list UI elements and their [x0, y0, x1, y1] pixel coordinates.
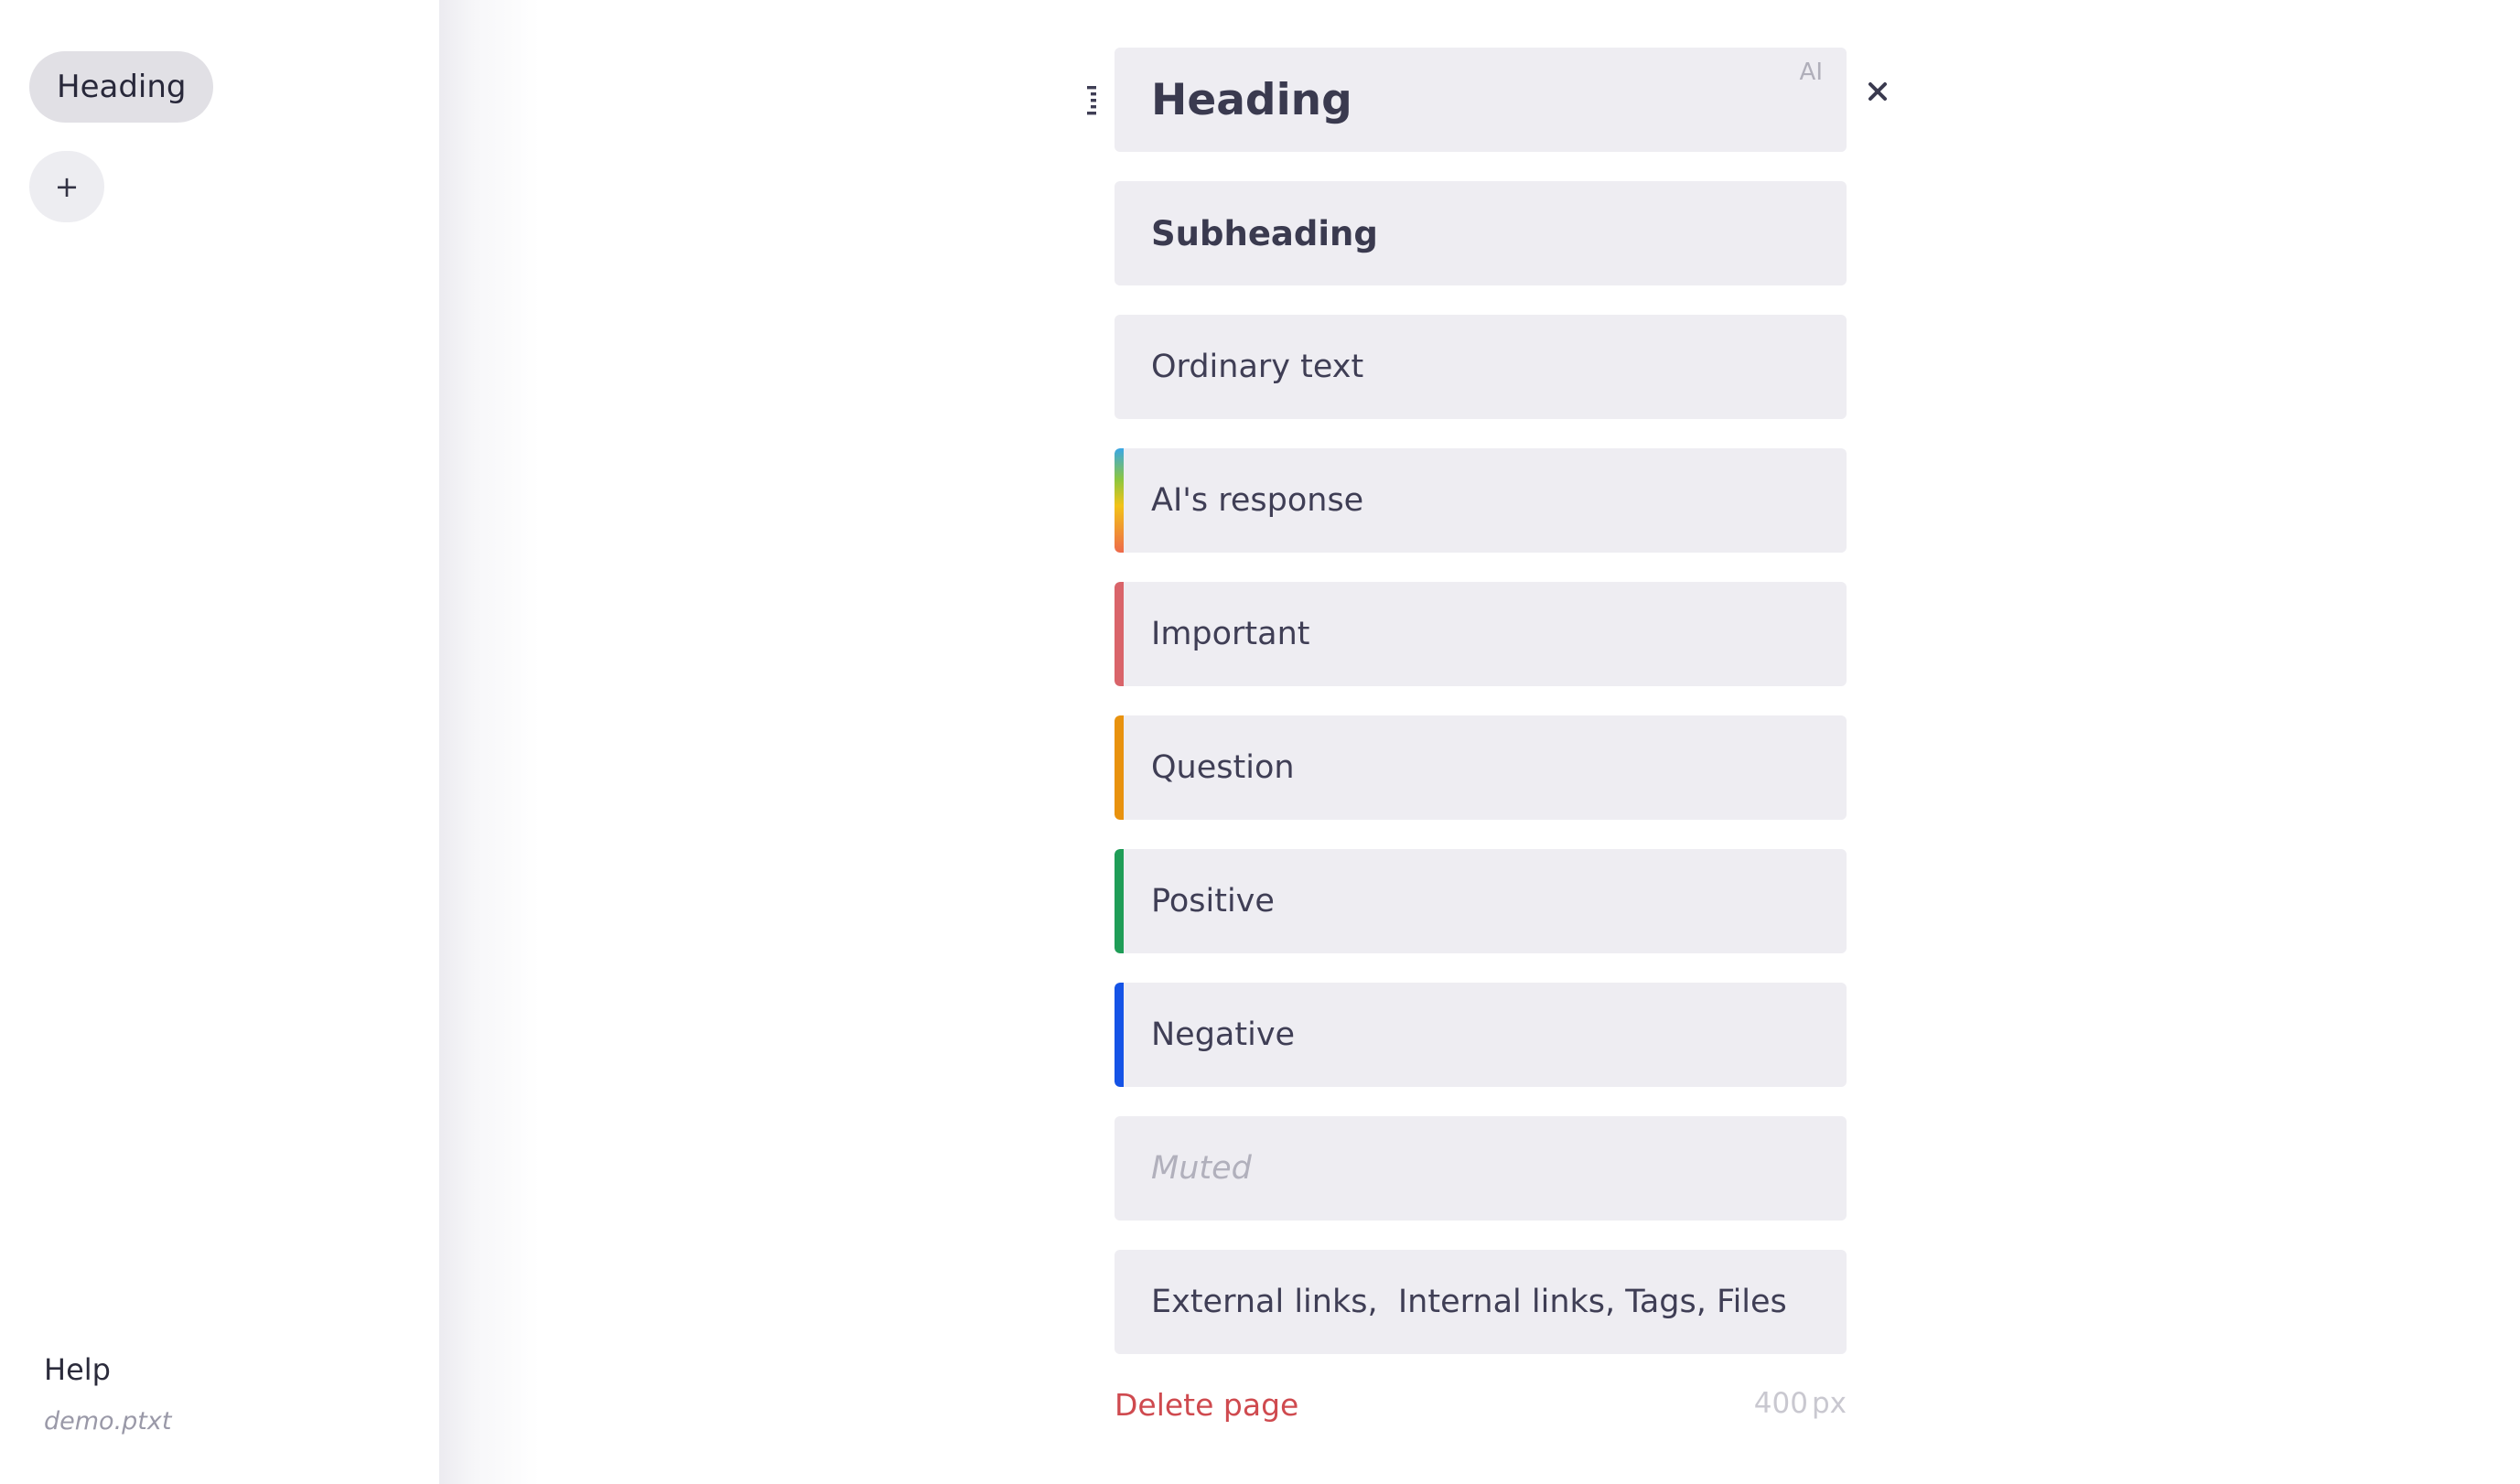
drag-handle-icon[interactable] — [1087, 86, 1100, 115]
page-width-value: 400 — [1753, 1387, 1808, 1420]
question-block[interactable]: Question — [1115, 715, 1847, 820]
page-width-input[interactable]: 400 px — [1754, 1387, 1847, 1420]
page-footer: Delete page 400 px — [1115, 1387, 1847, 1433]
file-name: demo.ptxt — [44, 1407, 172, 1436]
help-link[interactable]: Help — [44, 1352, 111, 1387]
ordinary-text-block[interactable]: Ordinary text — [1115, 315, 1847, 419]
important-text: Important — [1151, 616, 1310, 652]
ai-response-text: AI's response — [1151, 482, 1364, 519]
negative-stripe — [1115, 983, 1124, 1087]
muted-block[interactable]: Muted — [1115, 1116, 1847, 1221]
negative-text: Negative — [1151, 1016, 1296, 1053]
close-icon[interactable] — [1861, 75, 1894, 108]
positive-block[interactable]: Positive — [1115, 849, 1847, 953]
important-block[interactable]: Important — [1115, 582, 1847, 686]
ordinary-text: Ordinary text — [1151, 349, 1364, 385]
page-width-unit: px — [1811, 1387, 1847, 1420]
editor-area: Heading AI Subheading Ordinary text AI's… — [439, 0, 2520, 1484]
question-text: Question — [1151, 749, 1295, 786]
sidebar-page-heading[interactable]: Heading — [29, 51, 214, 123]
delete-page-button[interactable]: Delete page — [1115, 1387, 1298, 1423]
subheading-block[interactable]: Subheading — [1115, 181, 1847, 285]
negative-block[interactable]: Negative — [1115, 983, 1847, 1087]
heading-block[interactable]: Heading AI — [1115, 48, 1847, 152]
links-block[interactable]: External links, Internal links, Tags, Fi… — [1115, 1250, 1847, 1354]
positive-stripe — [1115, 849, 1124, 953]
app-window: Heading + Help demo.ptxt Heading AI Subh… — [0, 0, 2520, 1484]
muted-text: Muted — [1151, 1150, 1252, 1187]
subheading-text: Subheading — [1151, 213, 1378, 253]
block-column: Heading AI Subheading Ordinary text AI's… — [1087, 48, 1887, 1423]
ai-button[interactable]: AI — [1800, 59, 1823, 86]
links-text: External links, Internal links, Tags, Fi… — [1151, 1284, 1787, 1320]
ai-response-block[interactable]: AI's response — [1115, 448, 1847, 553]
important-stripe — [1115, 582, 1124, 686]
ai-response-stripe — [1115, 448, 1124, 553]
heading-text: Heading — [1151, 74, 1352, 125]
positive-text: Positive — [1151, 883, 1275, 919]
add-page-button[interactable]: + — [29, 151, 104, 222]
question-stripe — [1115, 715, 1124, 820]
sidebar: Heading + Help demo.ptxt — [0, 0, 439, 1484]
